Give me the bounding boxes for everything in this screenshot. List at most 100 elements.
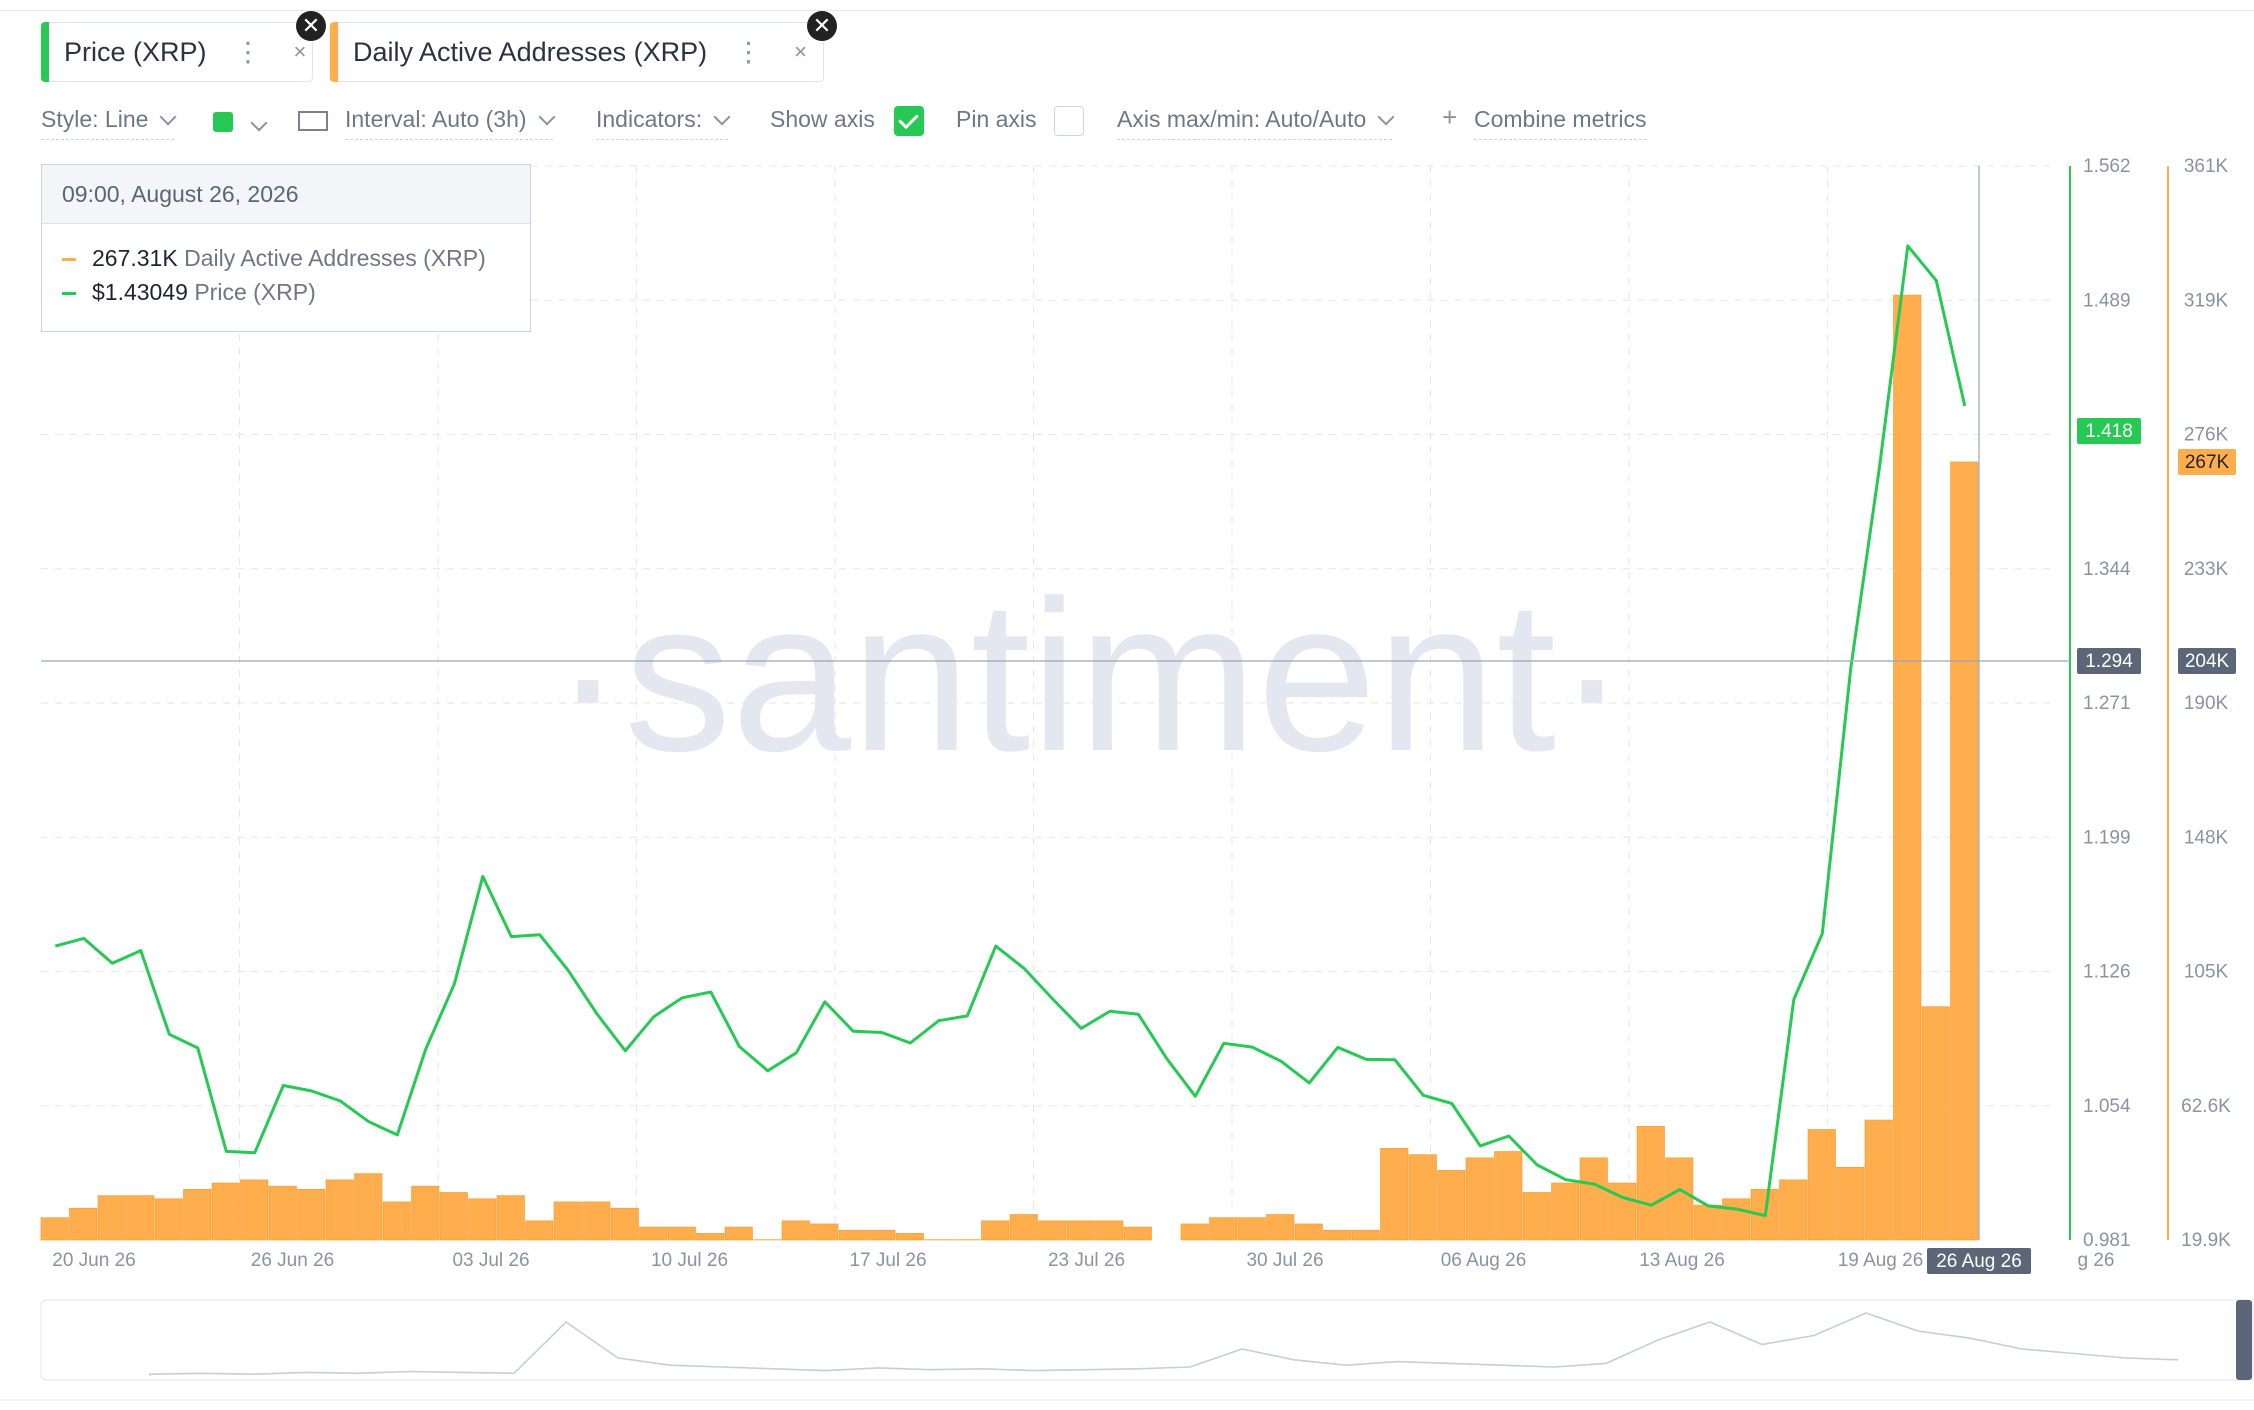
daa-bar: [1779, 1179, 1808, 1241]
legend-marker: [62, 292, 76, 296]
daa-bar: [325, 1179, 354, 1241]
daa-bar: [468, 1198, 497, 1241]
daa-bar: [1351, 1229, 1380, 1241]
daa-bar: [382, 1201, 411, 1241]
daa-bar: [838, 1229, 867, 1241]
x-tick-label: 10 Jul 26: [651, 1250, 728, 1271]
daa-bar: [1123, 1226, 1152, 1241]
daa-axis-tick: 105K: [2184, 962, 2229, 983]
x-tick-label: 03 Jul 26: [452, 1250, 529, 1271]
daa-bar: [1864, 1119, 1893, 1241]
daa-axis-tick: 361K: [2184, 156, 2229, 177]
tooltip-value: 267.31K: [92, 245, 178, 271]
daa-bar: [1921, 1006, 1950, 1241]
daa-bar: [439, 1192, 468, 1241]
daa-bar: [40, 1217, 69, 1241]
daa-bar: [810, 1223, 839, 1241]
navigator-handle: [2236, 1300, 2252, 1380]
crosshair-daa-badge: 204K: [2185, 651, 2230, 672]
daa-bar: [1807, 1129, 1836, 1241]
daa-bar: [496, 1195, 525, 1241]
daa-bar: [1009, 1214, 1038, 1241]
daa-bar: [1380, 1148, 1409, 1241]
daa-bar: [981, 1220, 1010, 1241]
price-axis-tick: 1.271: [2083, 693, 2131, 714]
daa-bar: [1465, 1157, 1494, 1241]
daa-bar: [1722, 1198, 1751, 1241]
x-tick-label: 20 Jun 26: [52, 1250, 135, 1271]
tooltip-row-daa: 267.31K Daily Active Addresses (XRP): [62, 245, 486, 272]
daa-bar: [1066, 1220, 1095, 1241]
daa-bar: [154, 1198, 183, 1241]
x-tick-label: 30 Jul 26: [1246, 1250, 1323, 1271]
daa-axis-tick: 233K: [2184, 559, 2229, 580]
daa-bar: [354, 1173, 383, 1241]
tooltip-name: Daily Active Addresses (XRP): [184, 245, 486, 271]
tooltip-date: 09:00, August 26, 2026: [42, 165, 530, 224]
daa-bar: [69, 1207, 98, 1241]
price-axis-tick: 1.489: [2083, 290, 2131, 311]
navigator[interactable]: [0, 1299, 2254, 1401]
x-tick-label: 19 Aug 26: [1838, 1250, 1924, 1271]
daa-bar: [867, 1229, 896, 1241]
daa-bar: [183, 1189, 212, 1241]
daa-bar: [639, 1226, 668, 1241]
daa-bar: [126, 1195, 155, 1241]
price-axis-tick: 1.126: [2083, 962, 2131, 983]
daa-axis-tick: 190K: [2184, 693, 2229, 714]
daa-bar: [211, 1182, 240, 1241]
daa-axis-tick: 62.6K: [2181, 1096, 2231, 1117]
watermark: ·santiment·: [552, 555, 1627, 796]
x-tick-label: 17 Jul 26: [849, 1250, 926, 1271]
daa-bar: [1266, 1214, 1295, 1241]
crosshair-date-badge: 26 Aug 26: [1936, 1251, 2022, 1272]
daa-bar: [582, 1201, 611, 1241]
daa-bar: [667, 1226, 696, 1241]
price-badge: 1.418: [2085, 421, 2133, 442]
daa-bar: [1437, 1170, 1466, 1241]
price-axis-tick: 1.562: [2083, 156, 2131, 177]
x-tick-label: 06 Aug 26: [1441, 1250, 1527, 1271]
daa-bar: [97, 1195, 126, 1241]
daa-bar: [1095, 1220, 1124, 1241]
daa-bar: [1209, 1217, 1238, 1241]
daa-axis-tick: 148K: [2184, 827, 2229, 848]
daa-bar: [1836, 1166, 1865, 1241]
daa-bar: [1636, 1126, 1665, 1241]
x-tick-label: 26 Jun 26: [251, 1250, 334, 1271]
daa-bar: [696, 1233, 725, 1241]
hover-tooltip: 09:00, August 26, 2026 267.31K Daily Act…: [41, 164, 531, 332]
tooltip-value: $1.43049: [92, 279, 188, 305]
daa-bar: [1237, 1217, 1266, 1241]
crosshair-price-badge: 1.294: [2085, 651, 2133, 672]
daa-bar: [1408, 1154, 1437, 1241]
daa-bar: [268, 1185, 297, 1241]
daa-bar: [1665, 1157, 1694, 1241]
daa-bar: [1551, 1182, 1580, 1241]
x-tick-label: 13 Aug 26: [1639, 1250, 1725, 1271]
price-axis-tick: 1.199: [2083, 827, 2131, 848]
price-axis-tick: 0.981: [2083, 1230, 2131, 1251]
daa-bar: [1294, 1223, 1323, 1241]
daa-bar: [610, 1207, 639, 1241]
daa-bar: [1522, 1192, 1551, 1241]
price-axis-tick: 1.054: [2083, 1096, 2131, 1117]
daa-bar: [1038, 1220, 1067, 1241]
daa-bar: [297, 1189, 326, 1241]
daa-bar: [553, 1201, 582, 1241]
daa-bar: [1950, 461, 1979, 1241]
daa-bar: [1180, 1223, 1209, 1241]
daa-axis-tick: 19.9K: [2181, 1230, 2231, 1251]
daa-bar: [724, 1226, 753, 1241]
daa-bar: [1494, 1151, 1523, 1241]
price-axis-tick: 1.344: [2083, 559, 2131, 580]
daa-badge: 267K: [2185, 452, 2230, 473]
daa-bar: [1323, 1229, 1352, 1241]
daa-bar: [895, 1233, 924, 1241]
x-tick-label: 23 Jul 26: [1048, 1250, 1125, 1271]
daa-bar: [1579, 1157, 1608, 1241]
daa-axis-tick: 276K: [2184, 425, 2229, 446]
daa-axis-tick: 319K: [2184, 290, 2229, 311]
x-tick-label: g 26: [2078, 1250, 2115, 1271]
daa-bar: [1693, 1204, 1722, 1241]
